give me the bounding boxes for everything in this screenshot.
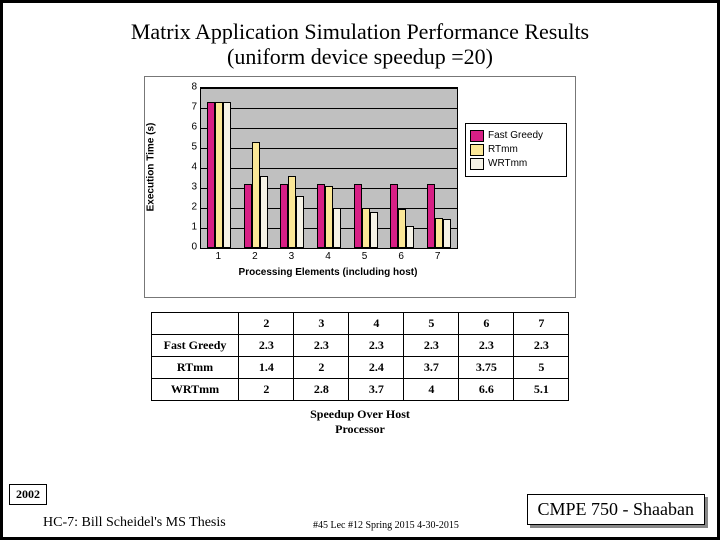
x-tick: 2 — [237, 251, 273, 262]
lecture-info: #45 Lec #12 Spring 2015 4-30-2015 — [313, 520, 459, 531]
table-cell: 6.6 — [459, 378, 514, 400]
table-cell: 2.8 — [294, 378, 349, 400]
row-label: Fast Greedy — [151, 334, 239, 356]
legend-swatch — [470, 130, 484, 142]
y-tick: 2 — [181, 201, 197, 212]
title-line1: Matrix Application Simulation Performanc… — [131, 19, 589, 44]
title-line2: (uniform device speedup =20) — [227, 44, 493, 69]
bar — [354, 184, 362, 248]
table-row: WRTmm22.83.746.65.1 — [151, 378, 569, 400]
table-cell: 1.4 — [239, 356, 294, 378]
y-tick: 5 — [181, 141, 197, 152]
table-cell: 2.3 — [294, 334, 349, 356]
table-cell: 3.7 — [404, 356, 459, 378]
table-cell: 3.7 — [349, 378, 404, 400]
table-cell: 5 — [514, 356, 569, 378]
y-tick: 3 — [181, 181, 197, 192]
bar — [390, 184, 398, 248]
legend-label: RTmm — [488, 144, 518, 155]
bar — [325, 186, 333, 248]
bar — [370, 212, 378, 248]
legend: Fast Greedy RTmm WRTmm — [465, 123, 567, 177]
y-tick: 0 — [181, 241, 197, 252]
data-table: 234567 Fast Greedy2.32.32.32.32.32.3RTmm… — [151, 312, 570, 401]
bar — [280, 184, 288, 248]
y-tick: 1 — [181, 221, 197, 232]
table-cell: 4 — [404, 378, 459, 400]
caption-line2: Processor — [335, 422, 385, 436]
thesis-credit: HC-7: Bill Scheidel's MS Thesis — [43, 515, 226, 531]
table-cell: 2.3 — [239, 334, 294, 356]
legend-item: Fast Greedy — [470, 130, 562, 142]
table-corner — [151, 312, 239, 334]
y-tick: 8 — [181, 81, 197, 92]
legend-label: WRTmm — [488, 158, 527, 169]
bar — [427, 184, 435, 248]
table-cell: 2.3 — [404, 334, 459, 356]
table-header: 2 — [239, 312, 294, 334]
slide-title: Matrix Application Simulation Performanc… — [23, 19, 697, 70]
table-row: RTmm1.422.43.73.755 — [151, 356, 569, 378]
year-box: 2002 — [9, 484, 47, 505]
course-box: CMPE 750 - Shaaban — [527, 494, 706, 525]
bar — [333, 208, 341, 248]
x-tick: 3 — [273, 251, 309, 262]
x-tick: 1 — [200, 251, 236, 262]
x-tick: 7 — [420, 251, 456, 262]
bar — [223, 102, 231, 248]
chart: Execution Time (s) 012345678 1234567 Pro… — [144, 76, 576, 298]
table-cell: 3.75 — [459, 356, 514, 378]
x-tick: 5 — [347, 251, 383, 262]
table-cell: 2 — [239, 378, 294, 400]
table-header: 4 — [349, 312, 404, 334]
bar — [406, 226, 414, 248]
table-header: 3 — [294, 312, 349, 334]
plot-area — [200, 87, 458, 249]
bar — [252, 142, 260, 248]
bar — [362, 208, 370, 248]
bar — [443, 219, 451, 248]
x-axis-label: Processing Elements (including host) — [200, 267, 456, 278]
bar — [207, 102, 215, 248]
table-cell: 5.1 — [514, 378, 569, 400]
legend-item: WRTmm — [470, 158, 562, 170]
x-tick: 4 — [310, 251, 346, 262]
table-cell: 2.3 — [349, 334, 404, 356]
table-caption: Speedup Over Host Processor — [23, 407, 697, 437]
legend-swatch — [470, 144, 484, 156]
table-cell: 2.3 — [514, 334, 569, 356]
x-tick: 6 — [383, 251, 419, 262]
table-cell: 2 — [294, 356, 349, 378]
bar — [435, 218, 443, 248]
bar — [317, 184, 325, 248]
bar — [260, 176, 268, 248]
table-row: Fast Greedy2.32.32.32.32.32.3 — [151, 334, 569, 356]
legend-swatch — [470, 158, 484, 170]
legend-label: Fast Greedy — [488, 130, 543, 141]
bar — [288, 176, 296, 248]
y-tick: 6 — [181, 121, 197, 132]
bar — [215, 102, 223, 248]
table-header: 7 — [514, 312, 569, 334]
caption-line1: Speedup Over Host — [310, 407, 410, 421]
bar — [398, 209, 406, 248]
bar — [244, 184, 252, 248]
row-label: RTmm — [151, 356, 239, 378]
legend-item: RTmm — [470, 144, 562, 156]
table-cell: 2.4 — [349, 356, 404, 378]
table-cell: 2.3 — [459, 334, 514, 356]
y-tick: 7 — [181, 101, 197, 112]
table-header: 6 — [459, 312, 514, 334]
y-tick: 4 — [181, 161, 197, 172]
row-label: WRTmm — [151, 378, 239, 400]
bar — [296, 196, 304, 248]
table-header: 5 — [404, 312, 459, 334]
y-axis-label: Execution Time (s) — [146, 122, 157, 211]
